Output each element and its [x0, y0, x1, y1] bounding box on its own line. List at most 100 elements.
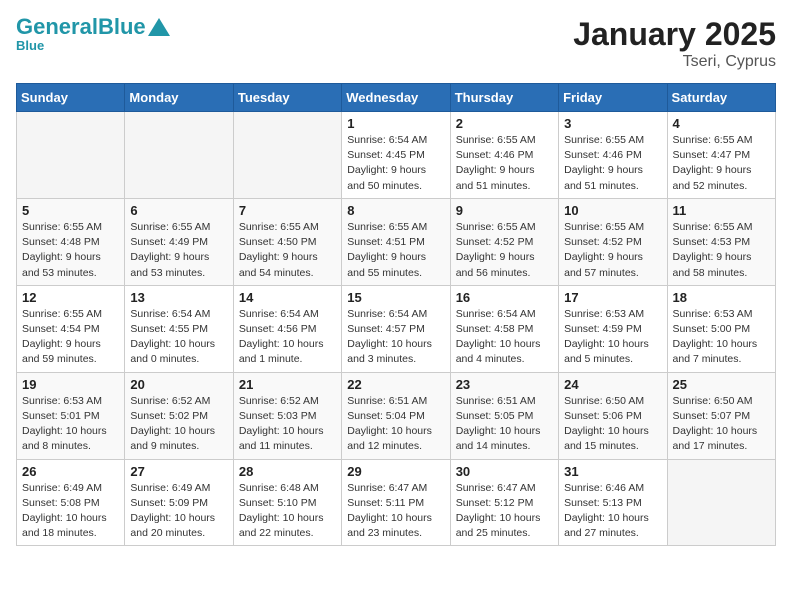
calendar-cell: 15 Sunrise: 6:54 AM Sunset: 4:57 PM Dayli…	[342, 285, 450, 372]
calendar-cell: 5Sunrise: 6:55 AM Sunset: 4:48 PM Daylig…	[17, 198, 125, 285]
calendar-cell	[17, 112, 125, 199]
day-number: 3	[564, 116, 661, 131]
day-info: Sunrise: 6:54 AM Sunset: 4:58 PM Dayligh…	[456, 307, 553, 368]
logo: GeneralBlue Blue	[16, 16, 170, 53]
day-number: 16	[456, 290, 553, 305]
calendar-cell: 26 Sunrise: 6:49 AM Sunset: 5:08 PM Dayli…	[17, 459, 125, 546]
calendar-week-row: 12 Sunrise: 6:55 AM Sunset: 4:54 PM Dayli…	[17, 285, 776, 372]
col-friday: Friday	[559, 84, 667, 112]
calendar-cell: 19Sunrise: 6:53 AM Sunset: 5:01 PM Dayli…	[17, 372, 125, 459]
day-number: 15	[347, 290, 444, 305]
day-info: Sunrise: 6:55 AM Sunset: 4:51 PM Dayligh…	[347, 220, 444, 281]
logo-blue: Blue	[98, 14, 146, 39]
calendar-cell: 6Sunrise: 6:55 AM Sunset: 4:49 PM Daylig…	[125, 198, 233, 285]
day-number: 6	[130, 203, 227, 218]
calendar-week-row: 1 Sunrise: 6:54 AM Sunset: 4:45 PM Daylig…	[17, 112, 776, 199]
day-number: 31	[564, 464, 661, 479]
calendar-header-row: Sunday Monday Tuesday Wednesday Thursday…	[17, 84, 776, 112]
calendar-cell: 7 Sunrise: 6:55 AM Sunset: 4:50 PM Daylig…	[233, 198, 341, 285]
calendar-cell: 18Sunrise: 6:53 AM Sunset: 5:00 PM Dayli…	[667, 285, 775, 372]
day-info: Sunrise: 6:54 AM Sunset: 4:55 PM Dayligh…	[130, 307, 227, 368]
day-number: 21	[239, 377, 336, 392]
day-info: Sunrise: 6:54 AM Sunset: 4:45 PM Dayligh…	[347, 133, 444, 194]
calendar-title: January 2025	[573, 16, 776, 53]
calendar-cell: 14 Sunrise: 6:54 AM Sunset: 4:56 PM Dayli…	[233, 285, 341, 372]
col-sunday: Sunday	[17, 84, 125, 112]
calendar-cell: 27 Sunrise: 6:49 AM Sunset: 5:09 PM Dayli…	[125, 459, 233, 546]
day-info: Sunrise: 6:47 AM Sunset: 5:11 PM Dayligh…	[347, 481, 444, 542]
logo-icon	[148, 18, 170, 36]
col-wednesday: Wednesday	[342, 84, 450, 112]
day-number: 30	[456, 464, 553, 479]
calendar-cell	[667, 459, 775, 546]
calendar-cell: 22Sunrise: 6:51 AM Sunset: 5:04 PM Dayli…	[342, 372, 450, 459]
day-number: 17	[564, 290, 661, 305]
day-number: 10	[564, 203, 661, 218]
calendar-cell: 10Sunrise: 6:55 AM Sunset: 4:52 PM Dayli…	[559, 198, 667, 285]
calendar-week-row: 19Sunrise: 6:53 AM Sunset: 5:01 PM Dayli…	[17, 372, 776, 459]
day-number: 24	[564, 377, 661, 392]
day-info: Sunrise: 6:55 AM Sunset: 4:46 PM Dayligh…	[564, 133, 661, 194]
logo-text: GeneralBlue	[16, 16, 146, 38]
logo-tagline: Blue	[16, 38, 44, 53]
title-block: January 2025 Tseri, Cyprus	[573, 16, 776, 71]
day-number: 1	[347, 116, 444, 131]
day-info: Sunrise: 6:49 AM Sunset: 5:09 PM Dayligh…	[130, 481, 227, 542]
calendar-table: Sunday Monday Tuesday Wednesday Thursday…	[16, 83, 776, 546]
calendar-cell: 21 Sunrise: 6:52 AM Sunset: 5:03 PM Dayli…	[233, 372, 341, 459]
day-info: Sunrise: 6:55 AM Sunset: 4:46 PM Dayligh…	[456, 133, 553, 194]
day-info: Sunrise: 6:51 AM Sunset: 5:04 PM Dayligh…	[347, 394, 444, 455]
day-info: Sunrise: 6:52 AM Sunset: 5:03 PM Dayligh…	[239, 394, 336, 455]
day-info: Sunrise: 6:50 AM Sunset: 5:06 PM Dayligh…	[564, 394, 661, 455]
day-number: 7	[239, 203, 336, 218]
calendar-cell: 23 Sunrise: 6:51 AM Sunset: 5:05 PM Dayli…	[450, 372, 558, 459]
calendar-cell: 29 Sunrise: 6:47 AM Sunset: 5:11 PM Dayli…	[342, 459, 450, 546]
calendar-cell: 20Sunrise: 6:52 AM Sunset: 5:02 PM Dayli…	[125, 372, 233, 459]
calendar-week-row: 5Sunrise: 6:55 AM Sunset: 4:48 PM Daylig…	[17, 198, 776, 285]
day-number: 28	[239, 464, 336, 479]
day-info: Sunrise: 6:55 AM Sunset: 4:54 PM Dayligh…	[22, 307, 119, 368]
calendar-cell	[233, 112, 341, 199]
day-number: 9	[456, 203, 553, 218]
day-info: Sunrise: 6:53 AM Sunset: 5:00 PM Dayligh…	[673, 307, 770, 368]
day-number: 12	[22, 290, 119, 305]
col-saturday: Saturday	[667, 84, 775, 112]
day-number: 13	[130, 290, 227, 305]
day-info: Sunrise: 6:53 AM Sunset: 4:59 PM Dayligh…	[564, 307, 661, 368]
day-number: 8	[347, 203, 444, 218]
day-info: Sunrise: 6:49 AM Sunset: 5:08 PM Dayligh…	[22, 481, 119, 542]
calendar-cell: 4Sunrise: 6:55 AM Sunset: 4:47 PM Daylig…	[667, 112, 775, 199]
day-info: Sunrise: 6:54 AM Sunset: 4:56 PM Dayligh…	[239, 307, 336, 368]
day-info: Sunrise: 6:47 AM Sunset: 5:12 PM Dayligh…	[456, 481, 553, 542]
day-info: Sunrise: 6:51 AM Sunset: 5:05 PM Dayligh…	[456, 394, 553, 455]
day-number: 14	[239, 290, 336, 305]
calendar-cell: 12 Sunrise: 6:55 AM Sunset: 4:54 PM Dayli…	[17, 285, 125, 372]
calendar-cell: 8 Sunrise: 6:55 AM Sunset: 4:51 PM Daylig…	[342, 198, 450, 285]
col-thursday: Thursday	[450, 84, 558, 112]
day-number: 23	[456, 377, 553, 392]
calendar-cell: 17 Sunrise: 6:53 AM Sunset: 4:59 PM Dayli…	[559, 285, 667, 372]
page-header: GeneralBlue Blue January 2025 Tseri, Cyp…	[16, 16, 776, 71]
day-number: 5	[22, 203, 119, 218]
col-monday: Monday	[125, 84, 233, 112]
calendar-cell: 11Sunrise: 6:55 AM Sunset: 4:53 PM Dayli…	[667, 198, 775, 285]
day-info: Sunrise: 6:54 AM Sunset: 4:57 PM Dayligh…	[347, 307, 444, 368]
day-number: 2	[456, 116, 553, 131]
day-number: 19	[22, 377, 119, 392]
day-info: Sunrise: 6:52 AM Sunset: 5:02 PM Dayligh…	[130, 394, 227, 455]
calendar-cell	[125, 112, 233, 199]
calendar-cell: 1 Sunrise: 6:54 AM Sunset: 4:45 PM Daylig…	[342, 112, 450, 199]
calendar-cell: 9Sunrise: 6:55 AM Sunset: 4:52 PM Daylig…	[450, 198, 558, 285]
calendar-week-row: 26 Sunrise: 6:49 AM Sunset: 5:08 PM Dayli…	[17, 459, 776, 546]
calendar-cell: 16 Sunrise: 6:54 AM Sunset: 4:58 PM Dayli…	[450, 285, 558, 372]
day-number: 26	[22, 464, 119, 479]
calendar-cell: 31Sunrise: 6:46 AM Sunset: 5:13 PM Dayli…	[559, 459, 667, 546]
calendar-cell: 3 Sunrise: 6:55 AM Sunset: 4:46 PM Daylig…	[559, 112, 667, 199]
day-info: Sunrise: 6:55 AM Sunset: 4:50 PM Dayligh…	[239, 220, 336, 281]
calendar-cell: 25Sunrise: 6:50 AM Sunset: 5:07 PM Dayli…	[667, 372, 775, 459]
day-number: 29	[347, 464, 444, 479]
day-number: 27	[130, 464, 227, 479]
calendar-cell: 13 Sunrise: 6:54 AM Sunset: 4:55 PM Dayli…	[125, 285, 233, 372]
calendar-subtitle: Tseri, Cyprus	[573, 53, 776, 71]
calendar-cell: 28Sunrise: 6:48 AM Sunset: 5:10 PM Dayli…	[233, 459, 341, 546]
